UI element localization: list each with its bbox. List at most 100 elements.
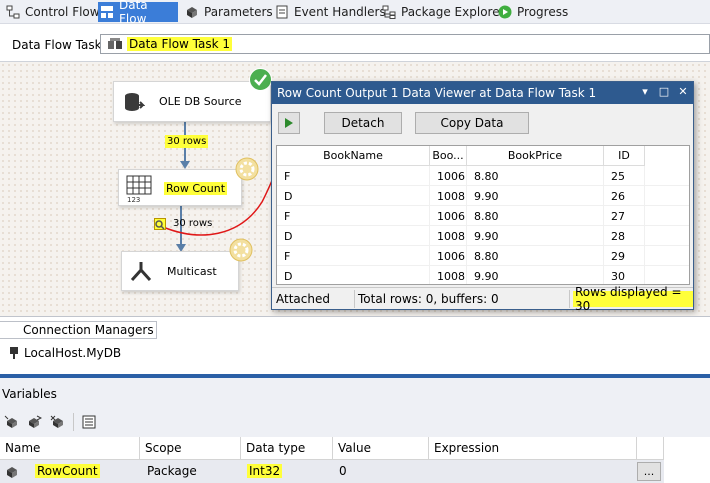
table-row[interactable]: F 1006 8.80 29 — [277, 246, 689, 266]
table-row[interactable]: D 1008 9.90 26 — [277, 186, 689, 206]
package-explorer-icon — [382, 5, 396, 19]
maximize-icon[interactable]: □ — [658, 86, 670, 98]
task-selector-row: Data Flow Task: Data Flow Task 1 — [0, 24, 710, 62]
component-row-count[interactable]: 123 Row Count — [118, 169, 242, 206]
variables-grid[interactable]: Name Scope Data type Value Expression Ro… — [0, 437, 710, 483]
grid-header-row: BookName Boo... BookPrice ID — [277, 146, 689, 166]
column-header-spacer — [637, 437, 664, 460]
path-label-rows: 30 rows — [173, 218, 213, 229]
data-viewer-window[interactable]: Row Count Output 1 Data Viewer at Data F… — [271, 81, 694, 313]
cell-id: 26 — [604, 186, 645, 206]
tab-progress-label: Progress — [517, 5, 569, 19]
column-header-name[interactable]: Name — [0, 437, 140, 460]
cell-boo: 1008 — [430, 226, 467, 246]
component-name: Multicast — [167, 265, 217, 278]
detach-button[interactable]: Detach — [324, 112, 402, 134]
tab-progress[interactable]: Progress — [496, 2, 572, 22]
task-selector-dropdown[interactable]: Data Flow Task 1 — [100, 34, 710, 54]
connection-plug-icon — [10, 347, 18, 359]
status-rows-displayed: Rows displayed = 30 — [573, 285, 693, 313]
cell-bookprice: 9.90 — [467, 226, 604, 246]
move-variable-icon[interactable] — [26, 415, 43, 429]
designer-tab-bar: Control Flow Data Flow Parameters Event … — [0, 0, 710, 26]
column-header-scope[interactable]: Scope — [140, 437, 241, 460]
variable-value[interactable]: 0 — [339, 464, 347, 478]
window-menu-icon[interactable]: ▾ — [639, 86, 651, 98]
variable-scope: Package — [147, 464, 197, 478]
table-row[interactable]: D 1008 9.90 28 — [277, 226, 689, 246]
status-divider — [354, 290, 355, 308]
expression-builder-button[interactable]: ... — [637, 462, 661, 481]
data-flow-icon — [100, 5, 114, 19]
close-icon[interactable]: ✕ — [677, 86, 689, 98]
data-viewer-toolbar: Detach Copy Data — [272, 104, 693, 142]
cell-boo: 1008 — [430, 266, 467, 284]
success-check-icon — [249, 68, 272, 94]
component-name: OLE DB Source — [159, 95, 242, 108]
path-label-rows: 30 rows — [165, 135, 209, 148]
executing-gear-icon — [229, 238, 253, 265]
tab-data-flow[interactable]: Data Flow — [98, 0, 178, 26]
cell-bookprice: 8.80 — [467, 246, 604, 266]
tab-control-flow[interactable]: Control Flow — [4, 2, 104, 22]
source-to-rowcount-arrow — [180, 161, 190, 169]
variable-icon — [5, 465, 19, 482]
table-row[interactable]: RowCount Package Int32 0 ... — [0, 460, 664, 483]
connection-managers-tab[interactable]: Connection Managers — [0, 321, 157, 339]
cell-bookprice: 8.80 — [467, 166, 604, 186]
event-handlers-icon — [275, 5, 289, 19]
column-header-data-type[interactable]: Data type — [241, 437, 333, 460]
cell-bookname: D — [277, 226, 430, 246]
cell-bookname: D — [277, 186, 430, 206]
cell-bookname: D — [277, 266, 430, 284]
data-viewer-title: Row Count Output 1 Data Viewer at Data F… — [277, 86, 597, 100]
column-header-bookname[interactable]: BookName — [277, 146, 430, 166]
multicast-arrows-icon — [129, 260, 153, 287]
data-viewer-icon[interactable] — [154, 218, 166, 230]
cell-bookprice: 8.80 — [467, 206, 604, 226]
control-flow-icon — [6, 5, 20, 19]
column-header-bookprice[interactable]: BookPrice — [467, 146, 604, 166]
variables-panel: Variables Name Scope Data type Value Exp… — [0, 378, 710, 483]
grid-options-icon[interactable] — [82, 415, 96, 429]
connection-item-label: LocalHost.MyDB — [24, 346, 122, 360]
tab-data-flow-label: Data Flow — [119, 0, 148, 26]
delete-variable-icon[interactable] — [50, 415, 64, 429]
progress-play-icon — [498, 5, 512, 19]
tab-package-explorer[interactable]: Package Explorer — [380, 2, 509, 22]
cell-id: 25 — [604, 166, 645, 186]
tab-package-explorer-label: Package Explorer — [401, 5, 505, 19]
cell-boo: 1006 — [430, 166, 467, 186]
executing-gear-icon — [235, 157, 259, 184]
cell-bookname: F — [277, 206, 430, 226]
cell-id: 27 — [604, 206, 645, 226]
data-viewer-title-bar[interactable]: Row Count Output 1 Data Viewer at Data F… — [272, 82, 693, 104]
task-selector-value: Data Flow Task 1 — [127, 37, 233, 51]
cell-bookprice: 9.90 — [467, 266, 604, 284]
cell-id: 30 — [604, 266, 645, 284]
connection-item[interactable]: LocalHost.MyDB — [9, 346, 121, 360]
variable-name[interactable]: RowCount — [35, 464, 100, 478]
copy-data-button[interactable]: Copy Data — [415, 112, 529, 134]
task-selector-label: Data Flow Task: — [12, 38, 106, 52]
cell-id: 28 — [604, 226, 645, 246]
tab-parameters[interactable]: Parameters — [183, 2, 277, 22]
column-header-value[interactable]: Value — [333, 437, 429, 460]
tab-event-handlers[interactable]: Event Handlers — [273, 2, 390, 22]
add-variable-icon[interactable] — [4, 415, 18, 429]
column-header-expression[interactable]: Expression — [429, 437, 637, 460]
column-header-id[interactable]: ID — [604, 146, 645, 166]
status-attached: Attached — [276, 292, 330, 306]
cell-bookname: F — [277, 166, 430, 186]
component-ole-db-source[interactable]: OLE DB Source — [113, 81, 271, 122]
data-viewer-grid[interactable]: BookName Boo... BookPrice ID F 1006 8.80… — [276, 145, 690, 285]
parameters-icon — [185, 5, 199, 19]
tab-parameters-label: Parameters — [204, 5, 273, 19]
table-row[interactable]: F 1006 8.80 27 — [277, 206, 689, 226]
table-row[interactable]: D 1008 9.90 30 — [277, 266, 689, 284]
column-header-boo[interactable]: Boo... — [430, 146, 467, 166]
component-multicast[interactable]: Multicast — [121, 251, 239, 291]
variable-data-type[interactable]: Int32 — [247, 464, 283, 478]
continue-play-button[interactable] — [278, 112, 300, 134]
table-row[interactable]: F 1006 8.80 25 — [277, 166, 689, 186]
